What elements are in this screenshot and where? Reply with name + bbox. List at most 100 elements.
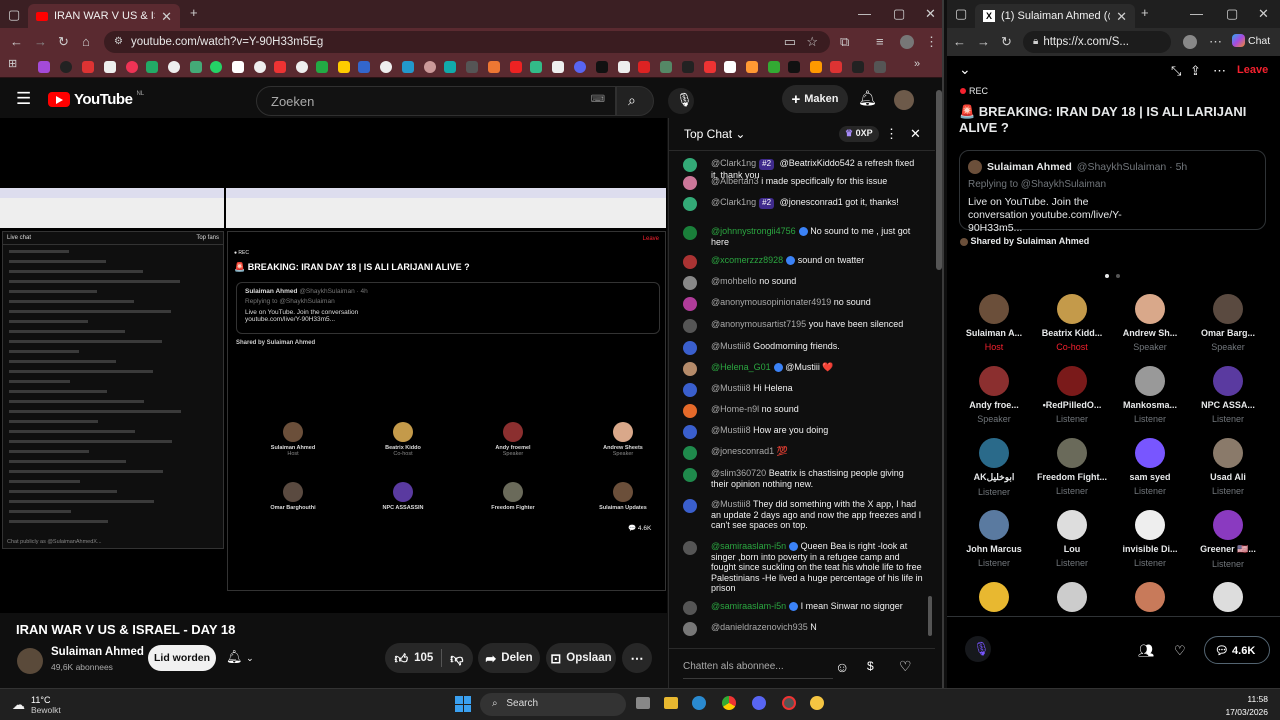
cast-icon[interactable]: ▭ (784, 35, 796, 48)
like-icon[interactable]: 👍︎ (395, 652, 409, 665)
channel-name[interactable]: Sulaiman Ahmed (51, 646, 144, 658)
chat-author-avatar[interactable] (683, 255, 697, 269)
more-actions-button[interactable]: ⋯ (622, 643, 652, 673)
bookmark-33-icon[interactable] (724, 61, 736, 73)
x-close-window-icon[interactable]: ✕ (1258, 7, 1269, 20)
x-minimize-icon[interactable]: — (1190, 7, 1203, 20)
points-badge[interactable]: ♛ 0XP (839, 126, 879, 142)
chat-author[interactable]: @slim360720 (711, 468, 766, 478)
chat-author[interactable]: @Helena_G01 (711, 362, 771, 372)
extensions-icon[interactable]: ⧉ (840, 35, 849, 48)
speaker-tile[interactable]: Beatrix Kidd... Co-host (1033, 294, 1111, 352)
video-player[interactable]: Live chat Top fans Chat publicly as @Sul… (0, 118, 667, 613)
windows-start-icon[interactable] (455, 696, 471, 712)
bookmark-7-icon[interactable] (168, 61, 180, 73)
google-icon[interactable] (254, 61, 266, 73)
chat-author[interactable]: @Mustiii8 (711, 341, 751, 351)
bookmark-15-icon[interactable] (338, 61, 350, 73)
profile-avatar[interactable] (900, 35, 914, 49)
speaker-avatar[interactable] (979, 582, 1009, 612)
file-explorer-icon[interactable] (664, 697, 678, 709)
dislike-icon[interactable]: 👎︎ (450, 652, 463, 665)
leave-button[interactable]: Leave (1237, 64, 1268, 76)
bookmark-1-icon[interactable] (38, 61, 50, 73)
speaker-avatar[interactable] (1057, 582, 1087, 612)
site-info-icon[interactable]: ⚙ (114, 37, 123, 47)
weather-widget[interactable]: ☁ 11°C Bewolkt (12, 695, 61, 715)
like-count[interactable]: 105 (414, 652, 433, 664)
bookmark-10-icon[interactable] (232, 61, 244, 73)
discord-icon[interactable] (574, 61, 586, 73)
chat-author[interactable]: @Albertan3 (711, 176, 759, 186)
bookmark-35-icon[interactable] (768, 61, 780, 73)
minimize-space-icon[interactable]: ⤡ (1171, 64, 1181, 77)
post-card[interactable]: Sulaiman Ahmed @ShaykhSulaiman · 5h Repl… (959, 150, 1266, 234)
bookmark-8-icon[interactable] (190, 61, 202, 73)
chat-author-avatar[interactable] (683, 276, 697, 290)
chat-author-avatar[interactable] (683, 404, 697, 418)
chat-author-avatar[interactable] (683, 226, 697, 240)
minimize-icon[interactable]: — (858, 7, 871, 20)
speaker-tile[interactable]: Omar Barg... Speaker (1189, 294, 1267, 352)
x-forward-icon[interactable]: → (977, 35, 990, 48)
chat-author[interactable]: @anonymousopinionater4919 (711, 297, 831, 307)
apps-grid-icon[interactable]: ⊞ (8, 59, 17, 70)
speaker-tile[interactable]: sam syed Listener (1111, 438, 1189, 496)
save-button[interactable]: ⊡ Opslaan (546, 643, 616, 673)
x-profile-avatar[interactable] (1183, 35, 1197, 49)
chat-author[interactable]: @xcomerzzz8928 (711, 255, 783, 265)
bookmark-40-icon[interactable] (874, 61, 886, 73)
docs-icon[interactable] (358, 61, 370, 73)
bookmark-39-icon[interactable] (852, 61, 864, 73)
page-scrollbar[interactable] (935, 80, 942, 688)
tab-youtube[interactable]: IRAN WAR V US & ISRAEL - DA ✕ (28, 4, 180, 28)
chat-author-avatar[interactable] (683, 446, 697, 460)
chat-author-avatar[interactable] (683, 383, 697, 397)
task-view-icon[interactable] (636, 697, 650, 709)
chat-author[interactable]: @Clark1ng (711, 158, 756, 168)
speaker-avatar[interactable] (1135, 582, 1165, 612)
speaker-tile[interactable]: invisible Di... Listener (1111, 510, 1189, 568)
chat-author-avatar[interactable] (683, 622, 697, 636)
share-button[interactable]: ➦ Delen (478, 643, 540, 673)
media-icon[interactable]: ≡ (876, 35, 884, 48)
bookmark-21-icon[interactable] (466, 61, 478, 73)
chat-scrollbar[interactable] (927, 154, 933, 644)
comments-button[interactable]: 💬︎ 4.6K (1204, 636, 1270, 664)
speaker-tile[interactable]: John Marcus Listener (955, 510, 1033, 568)
chat-author[interactable]: @Mustiii8 (711, 499, 751, 509)
chat-mode-selector[interactable]: Top Chat ⌄ (684, 127, 745, 141)
chat-author-avatar[interactable] (683, 319, 697, 333)
x-new-tab-icon[interactable]: + (1141, 6, 1149, 19)
bookmark-36-icon[interactable] (788, 61, 800, 73)
collapse-chevron-icon[interactable]: ⌄ (959, 62, 971, 76)
speaker-tile[interactable]: Greener 🇺🇸... Listener (1189, 510, 1267, 569)
chat-author-avatar[interactable] (683, 158, 697, 172)
chat-author-avatar[interactable] (683, 341, 697, 355)
back-icon[interactable]: ← (10, 35, 23, 48)
speaker-tile[interactable]: Andy froe... Speaker (955, 366, 1033, 424)
bookmark-30-icon[interactable] (660, 61, 672, 73)
account-avatar[interactable] (894, 90, 914, 110)
notifications-bell-icon[interactable]: 🔔︎ (858, 91, 877, 106)
x-back-icon[interactable]: ← (953, 35, 966, 48)
menu-icon[interactable]: ⋮ (925, 35, 938, 48)
bookmark-20-icon[interactable] (444, 61, 456, 73)
x-reload-icon[interactable]: ↻ (1001, 35, 1012, 48)
chat-author[interactable]: @johnnystrongii4756 (711, 226, 796, 236)
discord-taskbar-icon[interactable] (752, 696, 766, 710)
speaker-tile[interactable]: Usad Ali Listener (1189, 438, 1267, 496)
tab-list-icon[interactable]: ▢ (8, 8, 20, 21)
forward-icon[interactable]: → (34, 35, 47, 48)
emoji-app-icon[interactable] (810, 696, 824, 710)
voice-search-button[interactable]: 🎙 (668, 88, 694, 114)
bookmark-31-icon[interactable] (682, 61, 694, 73)
clock[interactable]: 11:58 17/03/2026 (1210, 694, 1268, 717)
bookmark-19-icon[interactable] (424, 61, 436, 73)
hamburger-menu-icon[interactable]: ☰ (16, 90, 31, 107)
keyboard-icon[interactable]: ⌨ (591, 95, 605, 105)
chat-author-avatar[interactable] (683, 425, 697, 439)
close-tab-icon[interactable]: ✕ (161, 10, 172, 23)
chat-author[interactable]: @Mustiii8 (711, 425, 751, 435)
bookmark-6-icon[interactable] (146, 61, 158, 73)
